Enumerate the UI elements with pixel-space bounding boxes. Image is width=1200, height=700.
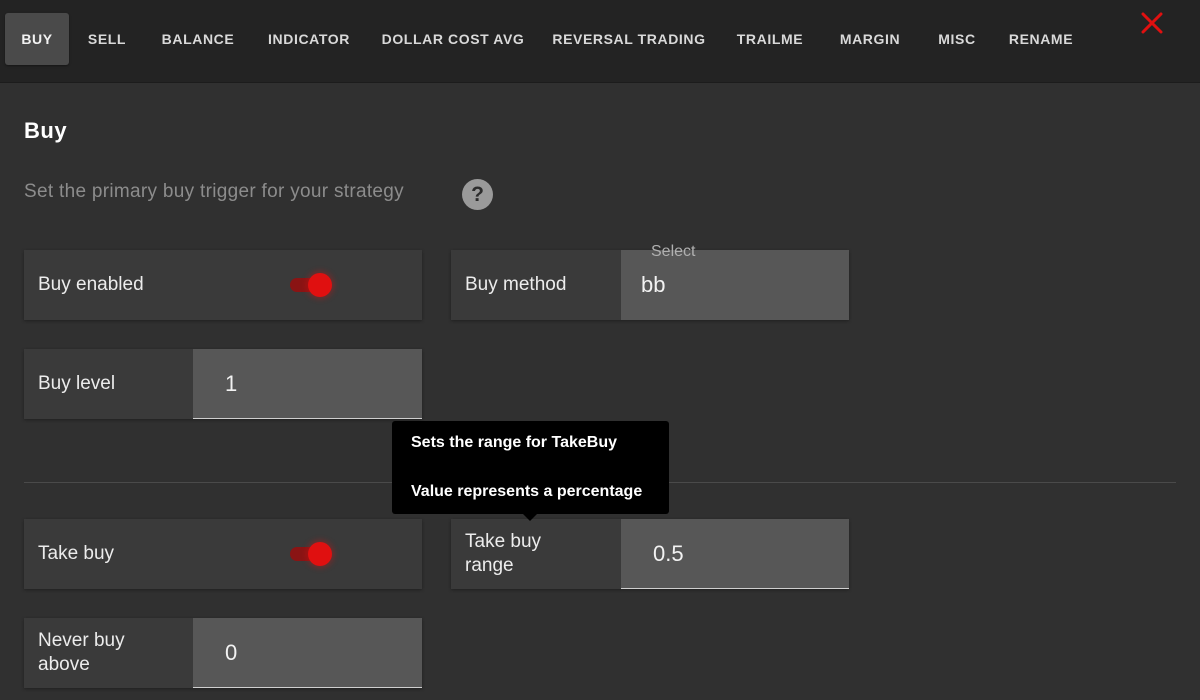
buy-method-label: Buy method xyxy=(465,274,567,295)
buy-enabled-card: Buy enabled xyxy=(24,250,422,320)
tab-margin[interactable]: MARGIN xyxy=(831,13,909,65)
buy-method-select[interactable]: Select bb xyxy=(621,243,849,320)
take-buy-range-label: Take buy range xyxy=(465,530,541,578)
tab-dollar-cost-avg[interactable]: DOLLAR COST AVG xyxy=(377,13,529,65)
tooltip-line: Value represents a percentage xyxy=(411,483,643,500)
take-buy-range-value: 0.5 xyxy=(653,540,684,566)
section-subtitle: Set the primary buy trigger for your str… xyxy=(24,181,404,202)
take-buy-toggle[interactable] xyxy=(288,542,332,566)
buy-level-value: 1 xyxy=(225,370,238,396)
take-buy-label: Take buy xyxy=(38,543,115,564)
never-buy-above-value: 0 xyxy=(225,639,238,665)
tooltip-line: Sets the range for TakeBuy xyxy=(411,434,617,451)
buy-method-value: bb xyxy=(641,272,666,297)
label-line: range xyxy=(465,555,514,576)
tab-reversal-trading[interactable]: REVERSAL TRADING xyxy=(548,13,710,65)
buy-enabled-toggle[interactable] xyxy=(288,273,332,297)
never-buy-above-input[interactable]: 0 xyxy=(193,618,422,688)
toggle-thumb xyxy=(308,273,332,297)
tooltip-arrow xyxy=(523,514,537,521)
never-buy-above-label: Never buy above xyxy=(38,629,125,677)
never-buy-above-card: Never buy above 0 xyxy=(24,618,422,688)
buy-enabled-label: Buy enabled xyxy=(38,274,144,295)
tab-buy[interactable]: BUY xyxy=(5,13,69,65)
take-buy-card: Take buy xyxy=(24,519,422,589)
buy-level-input[interactable]: 1 xyxy=(193,349,422,419)
tab-balance[interactable]: BALANCE xyxy=(153,13,243,65)
label-line: above xyxy=(38,654,90,675)
take-buy-range-input[interactable]: 0.5 xyxy=(621,519,849,589)
help-icon[interactable]: ? xyxy=(462,179,493,210)
buy-level-card: Buy level 1 xyxy=(24,349,422,419)
label-line: Never buy xyxy=(38,630,125,651)
tab-bar: BUY SELL BALANCE INDICATOR DOLLAR COST A… xyxy=(0,0,1200,83)
buy-level-label: Buy level xyxy=(38,373,116,394)
tab-misc[interactable]: MISC xyxy=(929,13,985,65)
toggle-thumb xyxy=(308,542,332,566)
tab-indicator[interactable]: INDICATOR xyxy=(261,13,357,65)
tab-rename[interactable]: RENAME xyxy=(1001,13,1081,65)
take-buy-range-tooltip: Sets the range for TakeBuy Value represe… xyxy=(392,421,669,521)
tab-sell[interactable]: SELL xyxy=(80,13,134,65)
buy-method-card: Buy method Select bb xyxy=(451,243,849,320)
tab-trailme[interactable]: TRAILME xyxy=(728,13,812,65)
section-title: Buy xyxy=(24,118,68,143)
label-line: Take buy xyxy=(465,531,542,552)
close-icon[interactable] xyxy=(1138,9,1166,37)
select-caption: Select xyxy=(651,243,696,260)
take-buy-range-card: Take buy range 0.5 xyxy=(451,519,849,589)
